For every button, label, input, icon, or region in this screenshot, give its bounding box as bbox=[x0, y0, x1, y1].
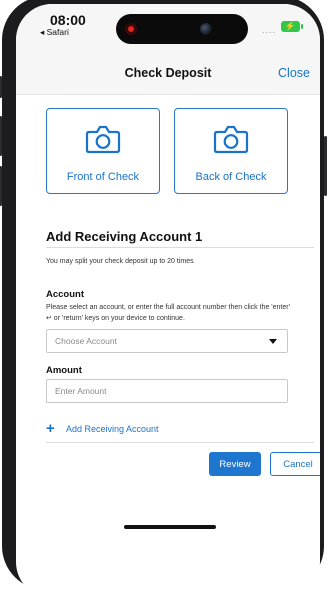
side-button bbox=[0, 76, 2, 98]
plus-icon: + bbox=[46, 420, 55, 437]
close-button[interactable]: Close bbox=[278, 66, 310, 80]
front-camera-icon bbox=[200, 23, 212, 35]
chevron-down-icon bbox=[269, 339, 277, 344]
divider bbox=[46, 247, 314, 248]
add-receiving-account-button[interactable]: + Add Receiving Account bbox=[46, 421, 159, 437]
front-of-check-label: Front of Check bbox=[66, 171, 140, 183]
front-of-check-button[interactable]: Front of Check bbox=[46, 108, 160, 194]
divider bbox=[46, 442, 314, 443]
camera-icon bbox=[213, 125, 249, 154]
screen: 08:00 ◂ Safari .... ⚡ Check Deposit Clos… bbox=[16, 4, 320, 598]
account-label: Account bbox=[46, 289, 84, 300]
account-select[interactable]: Choose Account bbox=[46, 329, 288, 353]
status-bar: 08:00 ◂ Safari .... ⚡ bbox=[16, 4, 320, 48]
side-button bbox=[324, 136, 327, 196]
amount-input[interactable]: Enter Amount bbox=[46, 379, 288, 403]
signal-icon: .... bbox=[262, 25, 277, 35]
section-title: Add Receiving Account 1 bbox=[46, 229, 203, 244]
camera-icon bbox=[85, 125, 121, 154]
back-of-check-label: Back of Check bbox=[195, 171, 267, 183]
phone-frame: 08:00 ◂ Safari .... ⚡ Check Deposit Clos… bbox=[0, 0, 327, 598]
back-to-safari-link[interactable]: ◂ Safari bbox=[40, 27, 69, 38]
back-of-check-button[interactable]: Back of Check bbox=[174, 108, 288, 194]
side-button bbox=[0, 166, 2, 206]
dynamic-island bbox=[116, 14, 248, 44]
side-button bbox=[0, 116, 2, 156]
nav-bar: Check Deposit Close bbox=[16, 48, 320, 95]
cancel-button[interactable]: Cancel bbox=[270, 452, 320, 476]
recording-indicator-icon bbox=[125, 23, 137, 35]
split-note: You may split your check deposit up to 2… bbox=[46, 258, 194, 265]
status-time: 08:00 bbox=[50, 12, 86, 28]
battery-charging-icon: ⚡ bbox=[281, 21, 303, 32]
review-button[interactable]: Review bbox=[209, 452, 261, 476]
account-select-placeholder: Choose Account bbox=[55, 336, 117, 346]
amount-label: Amount bbox=[46, 365, 82, 376]
home-indicator[interactable] bbox=[124, 525, 216, 529]
add-receiving-account-label: Add Receiving Account bbox=[66, 424, 159, 434]
account-help-text: Please select an account, or enter the f… bbox=[46, 304, 290, 322]
amount-input-placeholder: Enter Amount bbox=[55, 386, 107, 396]
page-title: Check Deposit bbox=[124, 66, 212, 80]
